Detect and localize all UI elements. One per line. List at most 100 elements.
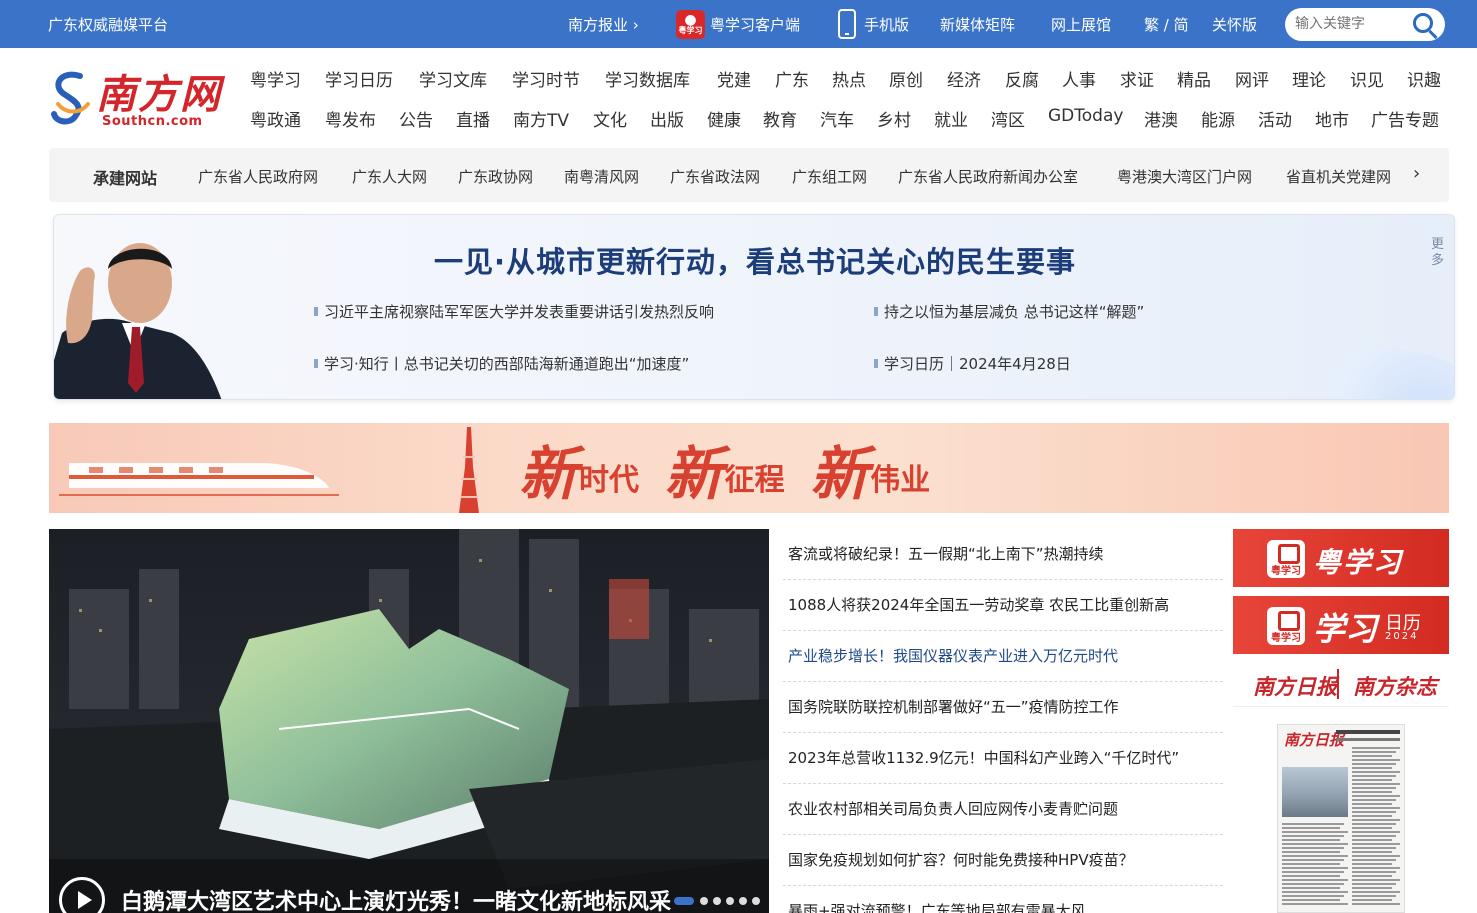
site-link[interactable]: 广东政协网 <box>458 166 533 187</box>
nav-link[interactable]: 网评 <box>1235 66 1269 91</box>
tab-nanfang-magazine[interactable]: 南方杂志 <box>1353 671 1437 701</box>
search-input[interactable] <box>1295 14 1405 34</box>
site-link[interactable]: 广东省人民政府新闻办公室 <box>898 166 1078 187</box>
feature-title[interactable]: 一见·从城市更新行动，看总书记关心的民生要事 <box>54 239 1454 281</box>
feature-link[interactable]: 习近平主席视察陆军军医大学并发表重要讲话引发热烈反响 <box>314 301 714 322</box>
nav-link[interactable]: 学习数据库 <box>605 66 690 91</box>
nav-link[interactable]: 出版 <box>650 106 684 131</box>
nav-link[interactable]: 教育 <box>763 106 797 131</box>
paper-text-line <box>1282 875 1340 877</box>
study-calendar-card[interactable]: 粤学习 学习 日历 2024 <box>1233 596 1449 654</box>
topbar-link[interactable]: 粤学习客户端 <box>710 14 800 35</box>
nav-link[interactable]: 广东 <box>775 66 809 91</box>
theme-ad-banner[interactable]: 新时代 新征程 新伟业 <box>49 423 1449 513</box>
nav-link[interactable]: 反腐 <box>1005 66 1039 91</box>
nav-link[interactable]: 粤学习 <box>250 66 301 91</box>
news-item[interactable]: 客流或将破纪录！五一假期“北上南下”热潮持续 <box>783 529 1223 580</box>
nav-link[interactable]: 求证 <box>1120 66 1154 91</box>
site-link[interactable]: 粤港澳大湾区门户网 <box>1117 166 1252 187</box>
topbar-link[interactable]: 新媒体矩阵 <box>940 14 1015 35</box>
paper-text-line <box>1282 831 1348 833</box>
nav-link[interactable]: 地市 <box>1315 106 1349 131</box>
headline-video[interactable]: 白鹅潭大湾区艺术中心上演灯光秀！一睹文化新地标风采 <box>49 529 769 913</box>
nav-link[interactable]: 精品 <box>1177 66 1211 91</box>
yuexuexi-app-icon[interactable]: ● 粤学习 <box>676 10 705 39</box>
nav-link[interactable]: 文化 <box>593 106 627 131</box>
site-link[interactable]: 广东省人民政府网 <box>198 166 318 187</box>
site-link[interactable]: 广东组工网 <box>792 166 867 187</box>
nav-link[interactable]: 学习日历 <box>325 66 393 91</box>
nav-link[interactable]: 识趣 <box>1407 66 1441 91</box>
site-link[interactable]: 广东人大网 <box>352 166 427 187</box>
news-item[interactable]: 农业农村部相关司局负责人回应网传小麦青贮问题 <box>783 784 1223 835</box>
site-link[interactable]: 南粤清风网 <box>564 166 639 187</box>
nav-link[interactable]: 识见 <box>1350 66 1384 91</box>
nav-link[interactable]: 乡村 <box>877 106 911 131</box>
carousel-dot[interactable] <box>752 897 760 905</box>
topbar-link[interactable]: 手机版 <box>864 14 909 35</box>
paper-text-line <box>1282 847 1344 849</box>
feature-link[interactable]: 学习日历｜2024年4月28日 <box>874 353 1071 374</box>
topbar-link[interactable]: 繁 / 简 <box>1144 14 1189 35</box>
topbar-link[interactable]: 网上展馆 <box>1051 14 1111 35</box>
feature-link[interactable]: 持之以恒为基层减负 总书记这样“解题” <box>874 301 1144 322</box>
search-icon[interactable] <box>1413 13 1433 33</box>
nav-link[interactable]: 原创 <box>889 66 923 91</box>
news-item[interactable]: 产业稳步增长！我国仪器仪表产业进入万亿元时代 <box>783 631 1223 682</box>
video-caption[interactable]: 白鹅潭大湾区艺术中心上演灯光秀！一睹文化新地标风采 <box>121 884 671 913</box>
paper-text-line <box>1352 747 1400 749</box>
site-link[interactable]: 广东省政法网 <box>670 166 760 187</box>
news-item[interactable]: 暴雨+强对流预警！广东等地局部有雷暴大风 <box>783 886 1223 913</box>
nav-link[interactable]: 港澳 <box>1144 106 1178 131</box>
site-link[interactable]: 省直机关党建网 <box>1286 166 1391 187</box>
mobile-phone-icon[interactable] <box>838 9 856 39</box>
more-link[interactable]: 更多 <box>1431 237 1445 269</box>
news-item[interactable]: 2023年总营收1132.9亿元！中国科幻产业跨入“千亿时代” <box>783 733 1223 784</box>
carousel-dot[interactable] <box>713 897 721 905</box>
chevron-right-icon[interactable]: › <box>1413 163 1420 184</box>
nav-link[interactable]: 活动 <box>1258 106 1292 131</box>
nav-link[interactable]: 人事 <box>1062 66 1096 91</box>
paper-photo <box>1282 767 1348 817</box>
tab-nanfang-daily[interactable]: 南方日报 <box>1253 671 1337 701</box>
nav-link[interactable]: 汽车 <box>820 106 854 131</box>
nav-link[interactable]: 就业 <box>934 106 968 131</box>
carousel-dot[interactable] <box>726 897 734 905</box>
carousel-dot[interactable] <box>674 897 694 905</box>
sites-label: 承建网站 <box>93 169 158 188</box>
newspaper-front-page[interactable]: 南方日报 <box>1277 724 1405 913</box>
news-item[interactable]: 1088人将获2024年全国五一劳动奖章 农民工比重创新高 <box>783 580 1223 631</box>
topbar-link[interactable]: 南方报业 › <box>568 14 639 35</box>
paper-text-line <box>1352 791 1392 793</box>
site-logo[interactable]: 南方网 Southcn.com <box>50 62 230 132</box>
feature-link[interactable]: 学习·知行丨总书记关切的西部陆海新通道跑出“加速度” <box>314 353 689 374</box>
yuexuexi-app-card[interactable]: 粤学习 粤学习 <box>1233 529 1449 587</box>
topbar-link[interactable]: 关怀版 <box>1212 14 1257 35</box>
carousel-dot[interactable] <box>739 897 747 905</box>
nav-link[interactable]: 直播 <box>456 106 490 131</box>
nav-link[interactable]: 南方TV <box>513 106 569 131</box>
nav-link[interactable]: 广告专题 <box>1371 106 1439 131</box>
paper-text-line <box>1352 875 1392 877</box>
nav-link[interactable]: 健康 <box>707 106 741 131</box>
nav-link[interactable]: GDToday <box>1048 106 1123 126</box>
nav-link[interactable]: 能源 <box>1201 106 1235 131</box>
logo-english-name: Southcn.com <box>102 114 203 129</box>
nav-link[interactable]: 理论 <box>1292 66 1326 91</box>
paper-text-line <box>1282 903 1348 905</box>
paper-text-line <box>1282 835 1344 837</box>
app-card-label: 粤学习 <box>1313 546 1404 579</box>
news-item[interactable]: 国务院联防联控机制部署做好“五一”疫情防控工作 <box>783 682 1223 733</box>
news-item[interactable]: 国家免疫规划如何扩容？何时能免费接种HPV疫苗？ <box>783 835 1223 886</box>
nav-link[interactable]: 学习文库 <box>419 66 487 91</box>
nav-link[interactable]: 粤政通 <box>250 106 301 131</box>
nav-link[interactable]: 公告 <box>399 106 433 131</box>
nav-link[interactable]: 经济 <box>947 66 981 91</box>
nav-link[interactable]: 热点 <box>832 66 866 91</box>
carousel-dot[interactable] <box>700 897 708 905</box>
nav-link[interactable]: 党建 <box>717 66 751 91</box>
paper-text-line <box>1352 851 1392 853</box>
nav-link[interactable]: 粤发布 <box>325 106 376 131</box>
nav-link[interactable]: 学习时节 <box>512 66 580 91</box>
nav-link[interactable]: 湾区 <box>991 106 1025 131</box>
